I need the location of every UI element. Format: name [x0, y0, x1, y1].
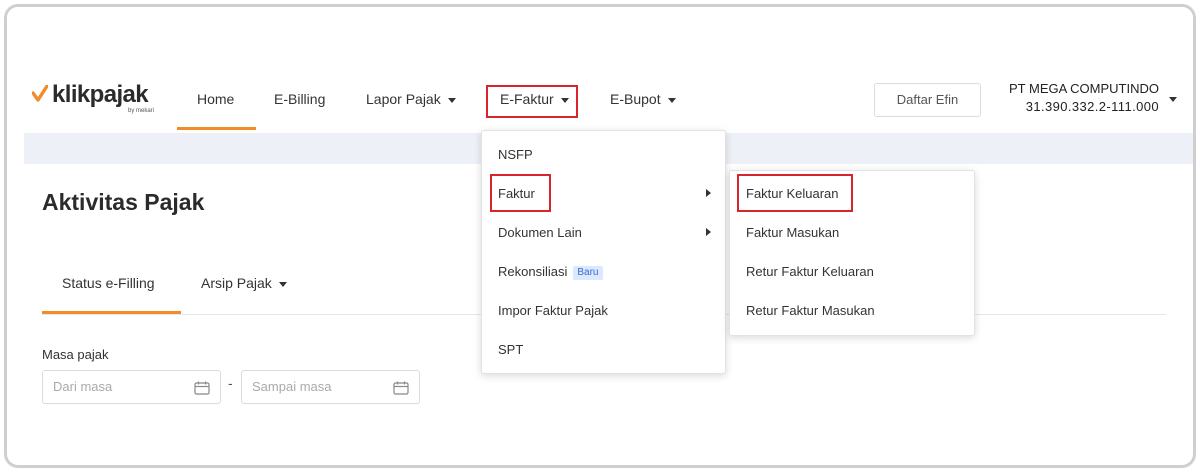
caret-down-icon: [667, 97, 676, 103]
menu-item-label: NSFP: [498, 147, 533, 162]
caret-down-icon: [278, 281, 287, 287]
sampai-masa-field[interactable]: [241, 370, 420, 404]
new-badge: Baru: [573, 265, 603, 280]
faktur-keluaran-highlight-box: [737, 174, 853, 212]
menu-item-impor-faktur-pajak[interactable]: Impor Faktur Pajak: [482, 291, 725, 330]
masa-pajak-label: Masa pajak: [42, 347, 109, 362]
daftar-efin-button[interactable]: Daftar Efin: [874, 83, 981, 117]
company-name: PT MEGA COMPUTINDO: [1009, 81, 1159, 96]
company-npwp: 31.390.332.2-111.000: [1025, 99, 1159, 114]
menu-item-retur-faktur-keluaran[interactable]: Retur Faktur Keluaran: [730, 252, 974, 291]
nav-lapor-pajak[interactable]: Lapor Pajak: [366, 87, 456, 111]
menu-item-label: Rekonsiliasi: [498, 264, 568, 279]
menu-item-label: Faktur Masukan: [746, 225, 840, 240]
nav-ebupot-label: E-Bupot: [610, 91, 661, 107]
efaktur-dropdown-menu: NSFP Faktur Dokumen Lain Rekonsiliasi Bar…: [481, 130, 726, 374]
company-selector[interactable]: PT MEGA COMPUTINDO 31.390.332.2-111.000: [1009, 80, 1159, 116]
menu-item-label: Impor Faktur Pajak: [498, 303, 608, 318]
tab-arsip-pajak[interactable]: Arsip Pajak: [201, 275, 287, 291]
nav-ebilling[interactable]: E-Billing: [274, 87, 325, 111]
menu-item-label: Retur Faktur Keluaran: [746, 264, 874, 279]
sampai-masa-input[interactable]: [252, 379, 382, 394]
menu-item-spt[interactable]: SPT: [482, 330, 725, 369]
efaktur-highlight-box: [486, 85, 578, 118]
tab-arsip-pajak-label: Arsip Pajak: [201, 275, 272, 291]
menu-item-label: Dokumen Lain: [498, 225, 582, 240]
klikpajak-logo[interactable]: klikpajak by mekari: [32, 81, 154, 114]
tab-status-efilling[interactable]: Status e-Filling: [62, 275, 155, 291]
page-title: Aktivitas Pajak: [42, 189, 205, 215]
app-frame: klikpajak by mekari Home E-Billing Lapor…: [4, 4, 1196, 468]
nav-ebupot[interactable]: E-Bupot: [610, 87, 676, 111]
menu-item-nsfp[interactable]: NSFP: [482, 135, 725, 174]
nav-home[interactable]: Home: [197, 87, 234, 111]
menu-item-retur-faktur-masukan[interactable]: Retur Faktur Masukan: [730, 291, 974, 330]
top-navbar: klikpajak by mekari Home E-Billing Lapor…: [7, 7, 1193, 133]
menu-item-label: SPT: [498, 342, 524, 357]
nav-lapor-pajak-label: Lapor Pajak: [366, 91, 441, 107]
menu-item-rekonsiliasi-text: Rekonsiliasi Baru: [498, 252, 603, 291]
checkmark-logo-icon: [32, 85, 48, 102]
nav-active-indicator: [177, 127, 256, 130]
menu-item-label: Retur Faktur Masukan: [746, 303, 875, 318]
menu-item-dokumen-lain[interactable]: Dokumen Lain: [482, 213, 725, 252]
date-range-separator: -: [228, 375, 233, 391]
menu-item-rekonsiliasi[interactable]: Rekonsiliasi Baru: [482, 252, 725, 291]
calendar-icon[interactable]: [194, 381, 210, 395]
faktur-submenu: Faktur Keluaran Faktur Masukan Retur Fak…: [729, 170, 975, 336]
company-caret-down-icon[interactable]: [1169, 97, 1177, 102]
faktur-highlight-box: [490, 174, 551, 212]
dari-masa-field[interactable]: [42, 370, 221, 404]
chevron-right-icon: [706, 189, 711, 197]
chevron-right-icon: [706, 228, 711, 236]
logo-subtext: by mekari: [128, 108, 155, 114]
dari-masa-input[interactable]: [53, 379, 183, 394]
calendar-icon[interactable]: [393, 381, 409, 395]
caret-down-icon: [447, 97, 456, 103]
menu-item-faktur-masukan[interactable]: Faktur Masukan: [730, 213, 974, 252]
logo-text: klikpajak: [52, 81, 149, 108]
